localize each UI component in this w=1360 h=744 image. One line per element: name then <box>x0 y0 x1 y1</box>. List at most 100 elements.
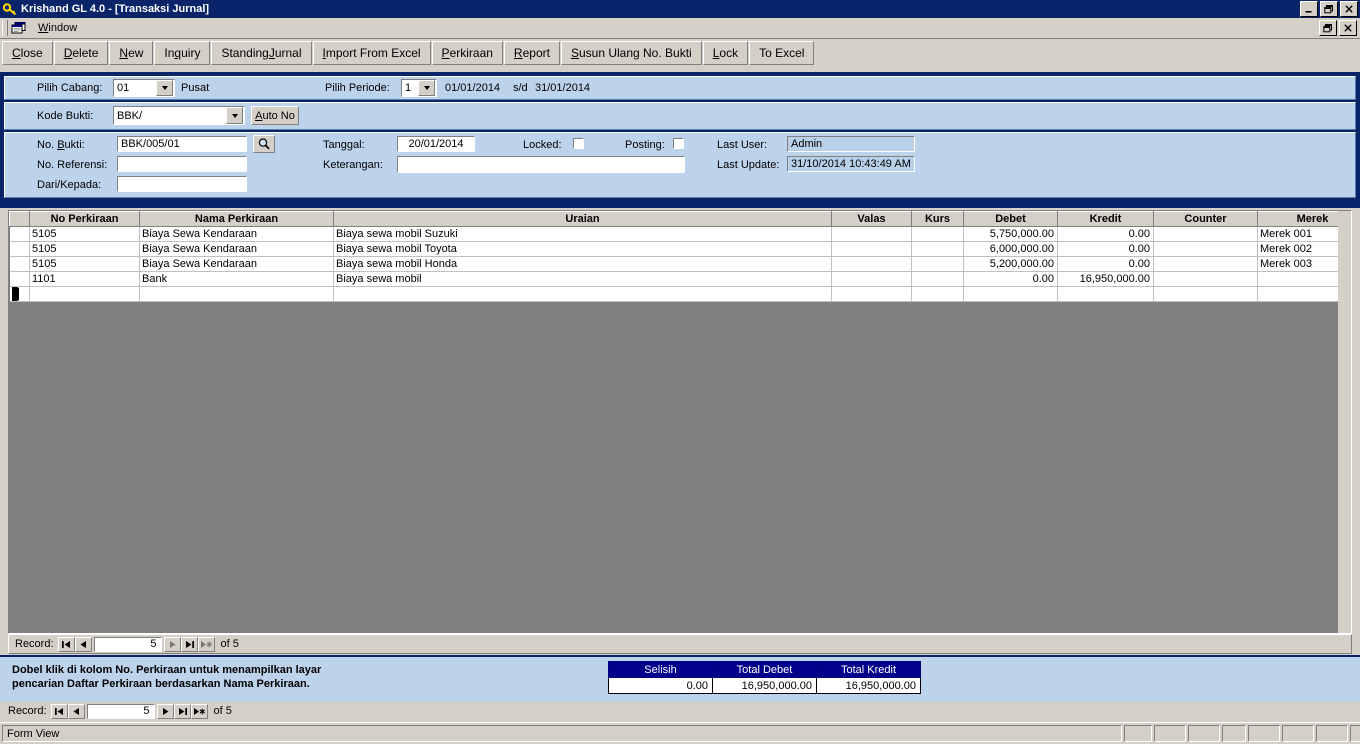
cell-valas[interactable] <box>831 226 912 242</box>
cell-kurs[interactable] <box>911 226 964 242</box>
posting-checkbox[interactable] <box>673 138 684 149</box>
minimize-button[interactable] <box>1300 1 1318 17</box>
column-header-debet[interactable]: Debet <box>963 211 1058 227</box>
cell-kredit[interactable] <box>1057 286 1154 302</box>
cell-uraian[interactable]: Biaya sewa mobil Suzuki <box>333 226 832 242</box>
report-button[interactable]: Report <box>503 41 560 65</box>
no-referensi-input[interactable] <box>117 156 247 172</box>
auto-no-button[interactable]: Auto No <box>251 106 299 125</box>
column-header-nama-perkiraan[interactable]: Nama Perkiraan <box>139 211 334 227</box>
child-restore-button[interactable] <box>1319 20 1337 36</box>
cell-no-perkiraan[interactable]: 5105 <box>29 256 140 272</box>
prev-record-icon[interactable] <box>74 636 92 652</box>
column-header-kredit[interactable]: Kredit <box>1057 211 1154 227</box>
delete-button[interactable]: Delete <box>53 41 109 65</box>
row-selector[interactable] <box>9 271 30 287</box>
row-selector[interactable] <box>9 256 30 272</box>
record-number-input[interactable]: 5 <box>86 703 155 719</box>
cell-kredit[interactable]: 0.00 <box>1057 241 1154 257</box>
cell-counter[interactable] <box>1153 226 1258 242</box>
close-button[interactable] <box>1340 1 1358 17</box>
row-selector[interactable] <box>9 241 30 257</box>
cell-kredit[interactable]: 0.00 <box>1057 256 1154 272</box>
cell-valas[interactable] <box>831 286 912 302</box>
current-row-selector[interactable] <box>9 286 30 302</box>
cell-counter[interactable] <box>1153 241 1258 257</box>
cell-counter[interactable] <box>1153 271 1258 287</box>
periode-combo[interactable]: 1 <box>401 79 437 97</box>
chevron-down-icon[interactable] <box>418 80 435 96</box>
new-record-icon[interactable] <box>190 703 208 719</box>
table-row[interactable]: 5105 Biaya Sewa Kendaraan Biaya sewa mob… <box>9 256 1351 272</box>
no-bukti-input[interactable]: BBK/005/01 <box>117 136 247 152</box>
last-record-icon[interactable] <box>180 636 198 652</box>
cell-no-perkiraan[interactable]: 5105 <box>29 241 140 257</box>
next-record-icon[interactable] <box>156 703 174 719</box>
cell-debet[interactable]: 6,000,000.00 <box>963 241 1058 257</box>
cell-uraian[interactable]: Biaya sewa mobil Honda <box>333 256 832 272</box>
close-button-toolbar[interactable]: Close <box>2 41 53 65</box>
cabang-combo[interactable]: 01 <box>113 79 175 97</box>
cell-debet[interactable] <box>963 286 1058 302</box>
cell-nama-perkiraan[interactable]: Biaya Sewa Kendaraan <box>139 226 334 242</box>
to-excel-button[interactable]: To Excel <box>749 41 815 65</box>
cell-no-perkiraan-editing[interactable] <box>29 286 140 302</box>
cell-valas[interactable] <box>831 256 912 272</box>
menu-item-window[interactable]: Window <box>32 20 83 36</box>
column-header-valas[interactable]: Valas <box>831 211 912 227</box>
cell-no-perkiraan[interactable]: 5105 <box>29 226 140 242</box>
keterangan-input[interactable] <box>397 156 685 173</box>
cell-uraian[interactable] <box>333 286 832 302</box>
cell-debet[interactable]: 5,750,000.00 <box>963 226 1058 242</box>
table-row[interactable]: 5105 Biaya Sewa Kendaraan Biaya sewa mob… <box>9 226 1351 242</box>
cell-debet[interactable]: 5,200,000.00 <box>963 256 1058 272</box>
inquiry-button[interactable]: In q uiry <box>154 41 211 65</box>
locked-checkbox[interactable] <box>573 138 584 149</box>
first-record-icon[interactable] <box>50 703 68 719</box>
cell-kredit[interactable]: 0.00 <box>1057 226 1154 242</box>
column-header-kurs[interactable]: Kurs <box>911 211 964 227</box>
child-close-button[interactable] <box>1339 20 1357 36</box>
tanggal-input[interactable]: 20/01/2014 <box>397 136 475 152</box>
cell-nama-perkiraan[interactable]: Biaya Sewa Kendaraan <box>139 241 334 257</box>
new-record-icon[interactable] <box>197 636 215 652</box>
cell-nama-perkiraan[interactable]: Bank <box>139 271 334 287</box>
dari-kepada-input[interactable] <box>117 176 247 192</box>
cell-kurs[interactable] <box>911 271 964 287</box>
cell-debet[interactable]: 0.00 <box>963 271 1058 287</box>
cell-kurs[interactable] <box>911 256 964 272</box>
standing-jurnal-button[interactable]: Standing Jurnal <box>211 41 312 65</box>
next-record-icon[interactable] <box>163 636 181 652</box>
cell-kredit[interactable]: 16,950,000.00 <box>1057 271 1154 287</box>
import-from-excel-button[interactable]: Import From Excel <box>312 41 431 65</box>
cell-kurs[interactable] <box>911 286 964 302</box>
last-record-icon[interactable] <box>173 703 191 719</box>
restore-button[interactable] <box>1320 1 1338 17</box>
kode-bukti-combo[interactable]: BBK/ <box>113 106 245 125</box>
lock-button[interactable]: Lock <box>702 41 749 65</box>
magnifier-icon[interactable] <box>253 135 275 153</box>
table-row[interactable]: 5105 Biaya Sewa Kendaraan Biaya sewa mob… <box>9 241 1351 257</box>
new-button[interactable]: New <box>109 41 154 65</box>
perkiraan-button[interactable]: Perkiraan <box>431 41 503 65</box>
cell-counter[interactable] <box>1153 256 1258 272</box>
column-header-counter[interactable]: Counter <box>1153 211 1258 227</box>
journal-datasheet[interactable]: No Perkiraan Nama Perkiraan Uraian Valas… <box>8 210 1352 634</box>
new-record-row[interactable] <box>9 286 1351 302</box>
table-row[interactable]: 1101 Bank Biaya sewa mobil 0.00 16,950,0… <box>9 271 1351 287</box>
cell-valas[interactable] <box>831 271 912 287</box>
record-number-input[interactable]: 5 <box>93 636 162 652</box>
cell-nama-perkiraan[interactable]: Biaya Sewa Kendaraan <box>139 256 334 272</box>
cell-no-perkiraan[interactable]: 1101 <box>29 271 140 287</box>
chevron-down-icon[interactable] <box>226 107 243 124</box>
prev-record-icon[interactable] <box>67 703 85 719</box>
first-record-icon[interactable] <box>57 636 75 652</box>
cell-counter[interactable] <box>1153 286 1258 302</box>
column-header-no-perkiraan[interactable]: No Perkiraan <box>29 211 140 227</box>
column-header-uraian[interactable]: Uraian <box>333 211 832 227</box>
cell-kurs[interactable] <box>911 241 964 257</box>
cell-valas[interactable] <box>831 241 912 257</box>
cell-uraian[interactable]: Biaya sewa mobil <box>333 271 832 287</box>
chevron-down-icon[interactable] <box>156 80 173 96</box>
cell-nama-perkiraan[interactable] <box>139 286 334 302</box>
